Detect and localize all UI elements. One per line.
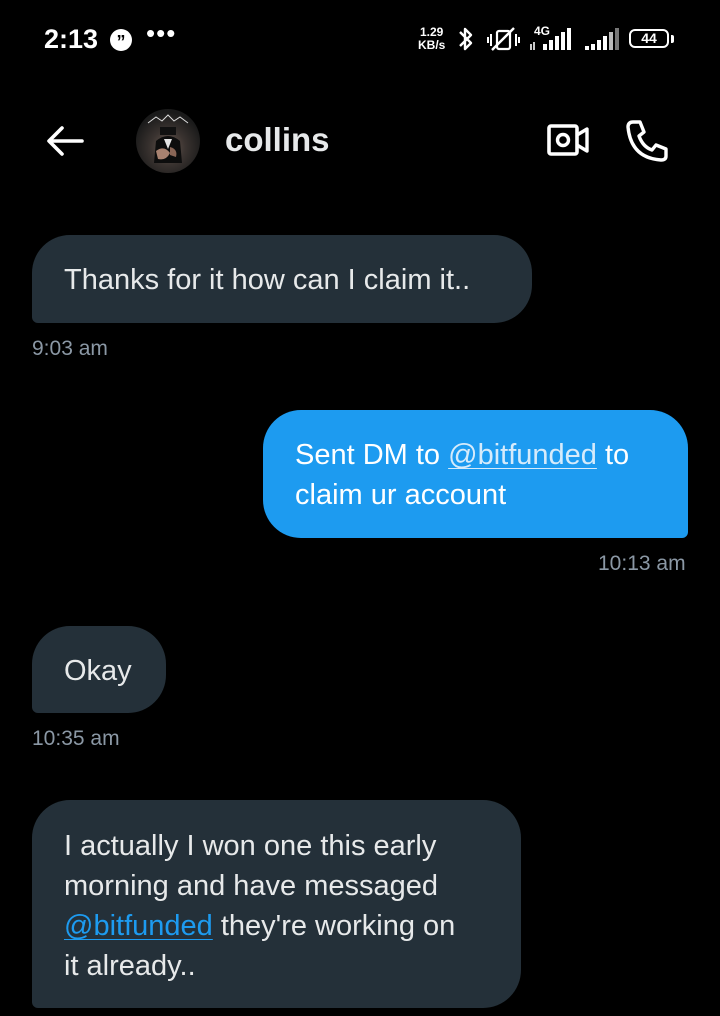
more-notifications-indicator: ••• <box>146 18 177 48</box>
phone-icon <box>626 120 668 162</box>
quote-bubble-icon: ” <box>110 29 132 52</box>
message-bubble-received[interactable]: Thanks for it how can I claim it.. <box>32 235 532 323</box>
network-4g-signal: 4G <box>529 24 579 59</box>
video-call-button[interactable] <box>546 120 590 160</box>
bluetooth-icon <box>459 27 473 51</box>
voice-call-button[interactable] <box>624 118 670 164</box>
status-bar: 2:13 ” ••• 1.29 KB/s 4G 44 <box>0 0 720 80</box>
network-type-label: 4G <box>534 24 551 38</box>
back-arrow-icon <box>47 126 84 156</box>
message-bubble-received[interactable]: Okay <box>32 626 166 713</box>
message-text: Okay <box>64 655 132 687</box>
battery-tip <box>671 35 674 43</box>
contact-name[interactable]: collins <box>225 121 330 159</box>
status-time: 2:13 <box>44 24 99 54</box>
message-text-line: Sent DM to @bitfunded to <box>295 435 688 475</box>
video-camera-icon <box>547 124 589 156</box>
mention-link[interactable]: @bitfunded <box>448 439 597 471</box>
avatar-image <box>147 114 189 163</box>
battery-indicator: 44 <box>629 29 669 48</box>
message-timestamp: 10:13 am <box>598 552 686 575</box>
message-bubble-sent[interactable]: Sent DM to @bitfunded to claim ur accoun… <box>263 410 688 538</box>
signal-bars-sim2-icon <box>585 28 619 50</box>
message-timestamp: 9:03 am <box>32 337 108 360</box>
vibrate-mute-icon <box>487 27 520 51</box>
network-speed: 1.29 KB/s <box>418 26 445 52</box>
message-text-line: morning and have messaged <box>64 870 439 902</box>
message-timestamp: 10:35 am <box>32 727 120 750</box>
message-bubble-received[interactable]: I actually I won one this early morning … <box>32 800 521 1008</box>
message-text-line: it already.. <box>64 950 196 982</box>
message-text-segment: to <box>596 439 630 471</box>
message-text-segment: Sent DM to <box>295 439 449 471</box>
back-button[interactable] <box>44 120 88 164</box>
message-text-segment: they're working on <box>212 910 456 942</box>
message-text: Thanks for it how can I claim it.. <box>64 264 471 296</box>
network-speed-unit: KB/s <box>418 38 446 52</box>
message-text-line: @bitfunded they're working on <box>64 906 521 946</box>
message-text-line: claim ur account <box>295 479 507 511</box>
message-text-line: I actually I won one this early <box>64 830 437 862</box>
mention-link[interactable]: @bitfunded <box>64 910 213 942</box>
contact-avatar[interactable] <box>136 109 200 173</box>
